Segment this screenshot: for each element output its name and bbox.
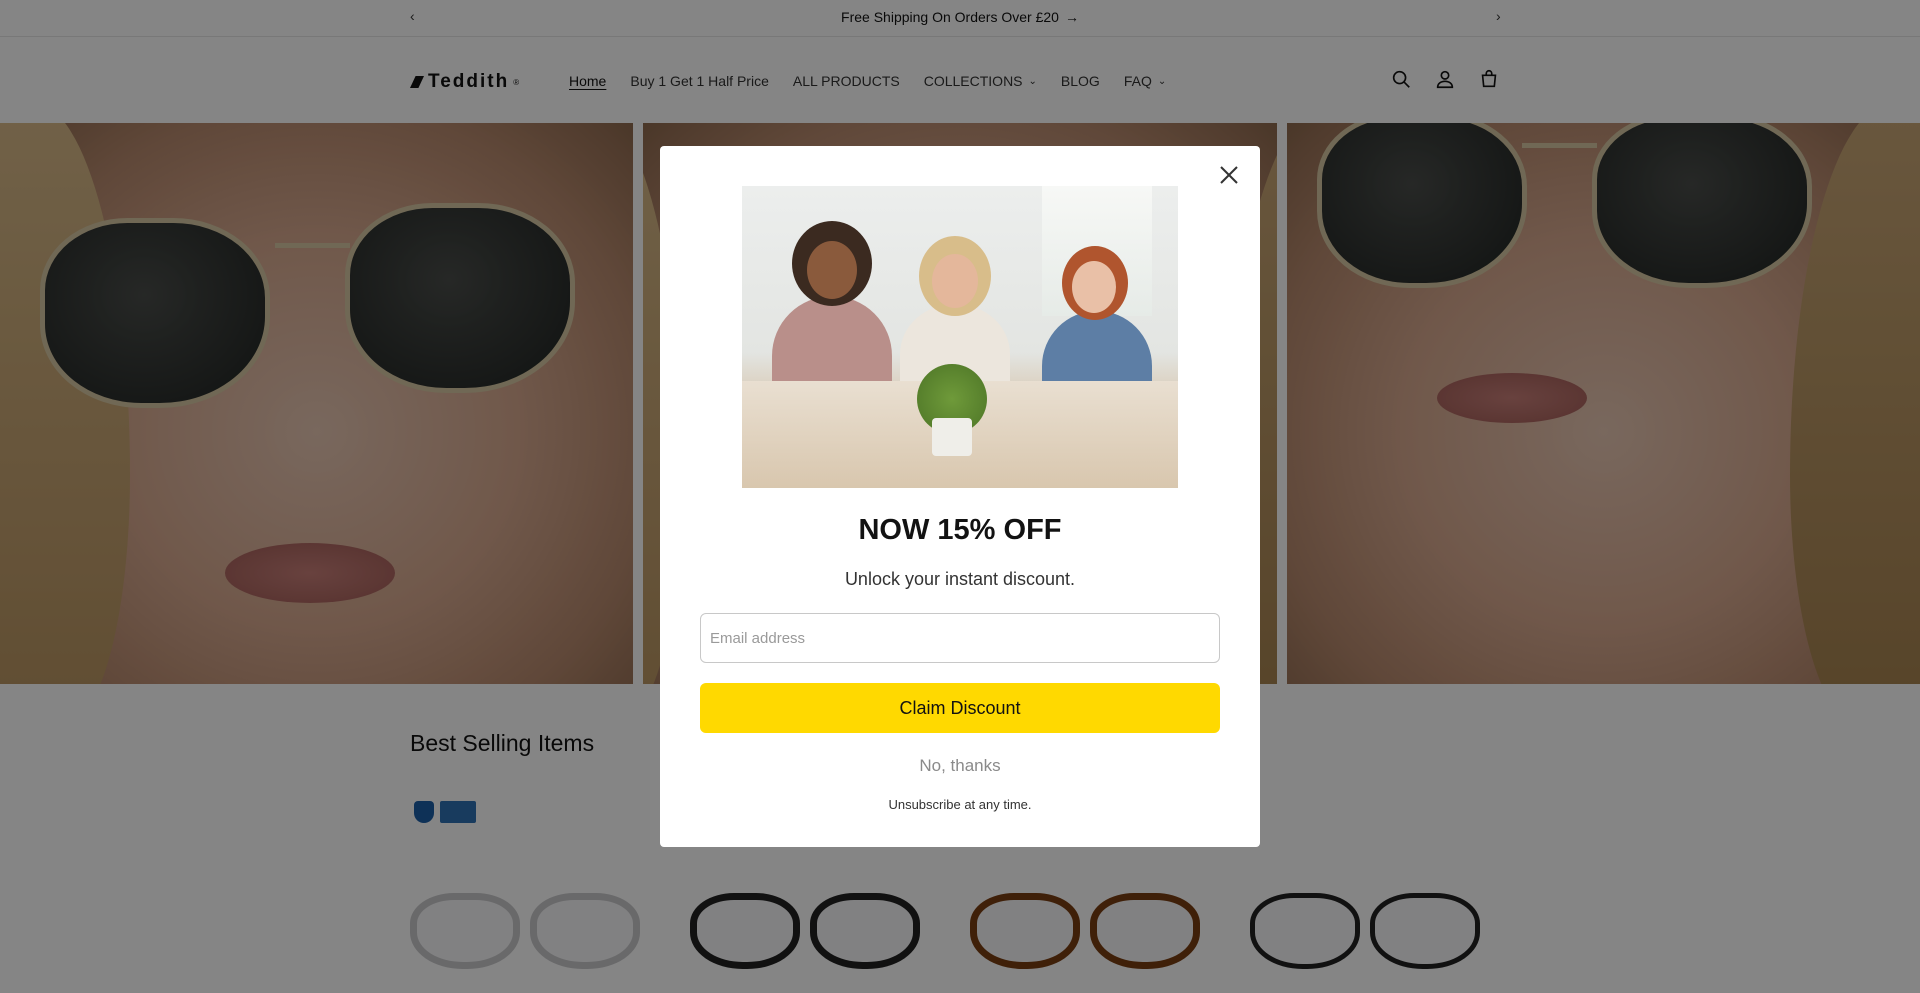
- discount-popup: NOW 15% OFF Unlock your instant discount…: [660, 146, 1260, 847]
- claim-discount-button[interactable]: Claim Discount: [700, 683, 1220, 733]
- popup-image: [742, 186, 1178, 488]
- unsubscribe-note: Unsubscribe at any time.: [888, 797, 1032, 812]
- popup-subtitle: Unlock your instant discount.: [844, 569, 1076, 589]
- popup-title: NOW 15% OFF: [858, 514, 1062, 546]
- email-field[interactable]: [700, 613, 1220, 663]
- no-thanks-link[interactable]: No, thanks: [660, 756, 1260, 776]
- close-icon[interactable]: [1214, 160, 1244, 190]
